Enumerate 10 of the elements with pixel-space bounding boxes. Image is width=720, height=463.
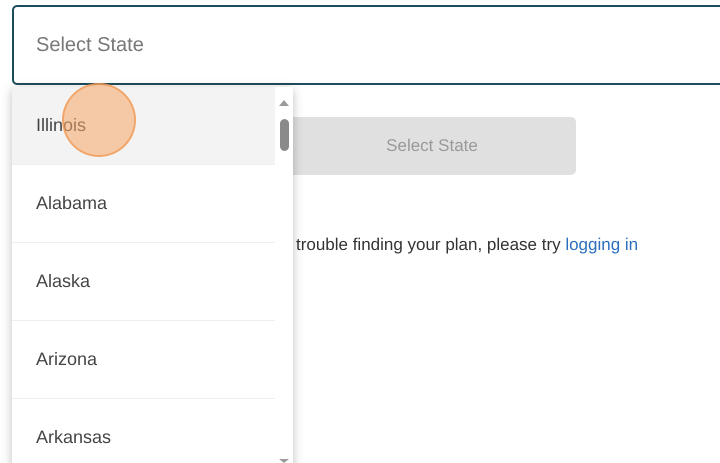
- state-field[interactable]: Select State: [12, 5, 720, 85]
- state-option[interactable]: Arizona: [12, 321, 275, 399]
- login-link[interactable]: logging in: [565, 235, 638, 254]
- state-option[interactable]: Alabama: [12, 165, 275, 243]
- scrollbar-thumb[interactable]: [280, 119, 289, 151]
- state-option[interactable]: Arkansas: [12, 399, 275, 463]
- state-option[interactable]: Alaska: [12, 243, 275, 321]
- scroll-up-icon[interactable]: [279, 100, 289, 106]
- scroll-down-icon[interactable]: [279, 459, 289, 463]
- help-text: trouble finding your plan, please try logging in: [296, 235, 640, 255]
